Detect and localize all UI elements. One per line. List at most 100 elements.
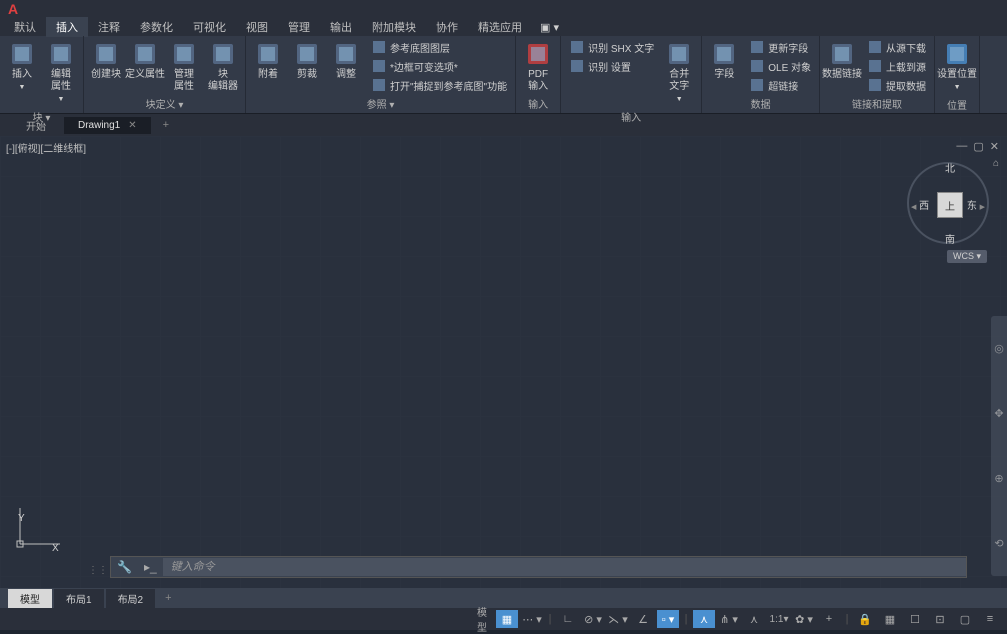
panel-title[interactable]: 输入 xyxy=(565,108,697,126)
doc-tab-开始[interactable]: 开始 xyxy=(12,115,60,136)
ribbon-btn-插入[interactable]: 插入▼ xyxy=(4,38,40,96)
annotation-monitor[interactable]: + xyxy=(818,610,840,628)
ribbon-btn-从源下载[interactable]: 从源下载 xyxy=(863,38,930,56)
ribbon-btn-上载到源[interactable]: 上载到源 xyxy=(863,57,930,75)
ribbon-btn-定义属性[interactable]: 定义属性 xyxy=(127,38,163,83)
new-tab-button[interactable]: + xyxy=(155,117,177,133)
hardware-accel[interactable]: ⊡ xyxy=(929,610,951,628)
ribbon-btn-PDF-输入[interactable]: PDF输入 xyxy=(520,38,556,95)
ribbon-btn-参考底图图层[interactable]: 参考底图图层 xyxy=(367,38,511,56)
view-label[interactable]: [-][俯视][二维线框] xyxy=(6,140,86,155)
menu-bar: 默认插入注释参数化可视化视图管理输出附加模块协作精选应用 ▣ ▾ xyxy=(0,18,1007,36)
panel-title[interactable]: 位置 xyxy=(939,96,975,114)
ribbon-btn-附着[interactable]: 附着 xyxy=(250,38,286,83)
quick-properties[interactable]: ▦ xyxy=(879,610,901,628)
menu-注释[interactable]: 注释 xyxy=(88,17,130,37)
ribbon-btn-识别 设置[interactable]: 识别 设置 xyxy=(565,57,658,75)
view-cube[interactable]: 北 南 ◀ 西 东 ▶ 上 xyxy=(907,162,989,244)
ribbon-btn-管理-属性[interactable]: 管理属性 xyxy=(166,38,202,95)
polar-toggle[interactable]: ⊘ ▾ xyxy=(582,610,604,628)
workspace-switch[interactable]: ✿ ▾ xyxy=(793,610,815,628)
viewport-window-controls: — ▢ ✕ xyxy=(956,140,999,153)
cube-west[interactable]: ◀ 西 xyxy=(911,197,929,212)
grid-toggle[interactable]: ▦ xyxy=(496,610,518,628)
orbit-icon[interactable]: ⟲ xyxy=(994,537,1003,550)
ribbon-btn-字段[interactable]: 字段 xyxy=(706,38,742,83)
annotation-scale[interactable]: 1:1 ▾ xyxy=(768,610,790,628)
otrack-toggle[interactable]: ∠ xyxy=(632,610,654,628)
menu-可视化[interactable]: 可视化 xyxy=(183,17,236,37)
ribbon-btn-创建块[interactable]: 创建块 xyxy=(88,38,124,83)
ribbon-btn-提取数据[interactable]: 提取数据 xyxy=(863,76,930,94)
cube-south[interactable]: 南 xyxy=(945,231,955,246)
home-icon[interactable]: ⌂ xyxy=(993,158,999,169)
transparency-toggle[interactable]: ⋔ ▾ xyxy=(718,610,740,628)
layout-tab-布局1[interactable]: 布局1 xyxy=(54,589,104,608)
ribbon-btn-数据链接[interactable]: 数据链接 xyxy=(824,38,860,83)
isodraft-toggle[interactable]: ⋋ ▾ xyxy=(607,610,629,628)
command-input[interactable] xyxy=(163,558,966,576)
selection-cycling[interactable]: ⋏ xyxy=(743,610,765,628)
menu-输出[interactable]: 输出 xyxy=(320,17,362,37)
menu-协作[interactable]: 协作 xyxy=(426,17,468,37)
menu-管理[interactable]: 管理 xyxy=(278,17,320,37)
menu-视图[interactable]: 视图 xyxy=(236,17,278,37)
new-layout-button[interactable]: + xyxy=(157,590,179,606)
ribbon-icon xyxy=(710,40,738,68)
drawing-canvas[interactable]: [-][俯视][二维线框] — ▢ ✕ ⌂ 北 南 ◀ 西 东 ▶ 上 WCS … xyxy=(0,136,1007,588)
ribbon-btn-打开"捕捉到参考底图"功能[interactable]: 打开"捕捉到参考底图"功能 xyxy=(367,76,511,94)
panel-title[interactable]: 链接和提取 xyxy=(824,95,930,113)
menu-默认[interactable]: 默认 xyxy=(4,17,46,37)
snap-toggle[interactable]: ⋯ ▾ xyxy=(521,610,543,628)
clean-screen[interactable]: ▢ xyxy=(954,610,976,628)
panel-title[interactable]: 输入 xyxy=(520,95,556,113)
units-toggle[interactable]: 🔒 xyxy=(854,610,876,628)
ortho-toggle[interactable]: ∟ xyxy=(557,610,579,628)
navigation-bar[interactable]: ◎ ✥ ⊕ ⟲ xyxy=(991,316,1007,576)
lineweight-toggle[interactable]: ⋏ xyxy=(693,610,715,628)
maximize-icon[interactable]: ▢ xyxy=(973,140,983,153)
btn-label: 上载到源 xyxy=(886,59,926,74)
model-space-button[interactable]: 模型 xyxy=(471,610,493,628)
customization[interactable]: ≡ xyxy=(979,610,1001,628)
cmd-drag-handle[interactable]: ⋮⋮ xyxy=(88,565,108,576)
menu-参数化[interactable]: 参数化 xyxy=(130,17,183,37)
ribbon-btn-编辑-属性[interactable]: 编辑属性▼ xyxy=(43,38,79,108)
minimize-icon[interactable]: — xyxy=(956,140,967,153)
btn-label: 打开"捕捉到参考底图"功能 xyxy=(390,78,507,93)
nav-wheel-icon[interactable]: ◎ xyxy=(994,342,1004,355)
close-icon[interactable]: ✕ xyxy=(990,140,999,153)
ribbon-btn-更新字段[interactable]: 更新字段 xyxy=(745,38,815,56)
doc-tab-Drawing1[interactable]: Drawing1✕ xyxy=(64,117,151,134)
ucs-x-label: X xyxy=(52,543,59,554)
menu-精选应用[interactable]: 精选应用 xyxy=(468,17,532,37)
close-icon[interactable]: ✕ xyxy=(128,120,136,131)
panel-title[interactable]: 数据 xyxy=(706,95,815,113)
panel-title[interactable]: 块定义 ▾ xyxy=(88,95,241,113)
btn-label: 设置位置▼ xyxy=(937,69,977,94)
ribbon-btn-OLE 对象[interactable]: OLE 对象 xyxy=(745,57,815,75)
layout-tab-模型[interactable]: 模型 xyxy=(8,589,52,608)
pan-icon[interactable]: ✥ xyxy=(994,407,1003,420)
cube-top-face[interactable]: 上 xyxy=(937,192,963,218)
wcs-indicator[interactable]: WCS ▾ xyxy=(947,250,987,263)
ribbon-btn-设置位置[interactable]: 设置位置▼ xyxy=(939,38,975,96)
ribbon-btn-*边框可变选项*[interactable]: *边框可变选项* xyxy=(367,57,511,75)
cmd-customize-icon[interactable]: 🔧 xyxy=(111,560,138,574)
ribbon-btn-剪裁[interactable]: 剪裁 xyxy=(289,38,325,83)
ribbon-btn-块-编辑器[interactable]: 块编辑器 xyxy=(205,38,241,95)
isolate-objects[interactable]: ☐ xyxy=(904,610,926,628)
cube-east[interactable]: 东 ▶ xyxy=(967,197,985,212)
osnap-toggle[interactable]: ▫ ▾ xyxy=(657,610,679,628)
ribbon-btn-超链接[interactable]: 超链接 xyxy=(745,76,815,94)
menu-插入[interactable]: 插入 xyxy=(46,17,88,37)
zoom-icon[interactable]: ⊕ xyxy=(994,472,1003,485)
cube-north[interactable]: 北 xyxy=(945,160,955,175)
ribbon-btn-识别 SHX 文字[interactable]: 识别 SHX 文字 xyxy=(565,38,658,56)
ribbon-btn-合并-文字[interactable]: 合并文字▼ xyxy=(661,38,697,108)
menu-options-icon[interactable]: ▣ ▾ xyxy=(540,21,559,34)
menu-附加模块[interactable]: 附加模块 xyxy=(362,17,426,37)
layout-tab-布局2[interactable]: 布局2 xyxy=(106,589,156,608)
panel-title[interactable]: 参照 ▾ xyxy=(250,95,511,113)
ribbon-btn-调整[interactable]: 调整 xyxy=(328,38,364,83)
